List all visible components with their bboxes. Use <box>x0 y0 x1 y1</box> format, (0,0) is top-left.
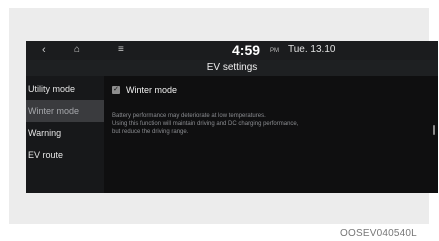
clock-time: 4:59 <box>232 42 261 58</box>
status-bar: ‹ ⌂ ≡ 4:59 PM Tue. 13.10 <box>26 41 438 60</box>
sidebar-item-warning[interactable]: Warning <box>26 122 104 144</box>
sidebar-item-winter-mode[interactable]: Winter mode <box>26 100 104 122</box>
figure-caption: OOSEV040540L <box>340 228 417 239</box>
sidebar: Utility mode Winter mode Warning EV rout… <box>26 76 104 193</box>
settings-content: ✓ Winter mode Battery performance may de… <box>112 76 432 193</box>
infotainment-screen: ‹ ⌂ ≡ 4:59 PM Tue. 13.10 EV settings Uti… <box>26 41 438 193</box>
scrollbar[interactable] <box>433 125 435 135</box>
description-line: Using this function will maintain drivin… <box>112 121 299 127</box>
page-title: EV settings <box>26 60 438 76</box>
description-line: but reduce the driving range. <box>112 129 189 135</box>
checkbox-checked-icon[interactable]: ✓ <box>112 86 120 94</box>
date-label: Tue. 13.10 <box>288 44 336 55</box>
sidebar-item-utility-mode[interactable]: Utility mode <box>26 78 104 100</box>
description-line: Battery performance may deteriorate at l… <box>112 113 266 119</box>
winter-mode-label: Winter mode <box>126 85 178 95</box>
winter-mode-description: Battery performance may deteriorate at l… <box>112 112 412 136</box>
back-icon[interactable]: ‹ <box>42 43 46 57</box>
home-icon[interactable]: ⌂ <box>74 43 80 57</box>
sidebar-item-ev-route[interactable]: EV route <box>26 144 104 166</box>
menu-icon[interactable]: ≡ <box>118 43 124 57</box>
clock-ampm: PM <box>270 48 279 54</box>
